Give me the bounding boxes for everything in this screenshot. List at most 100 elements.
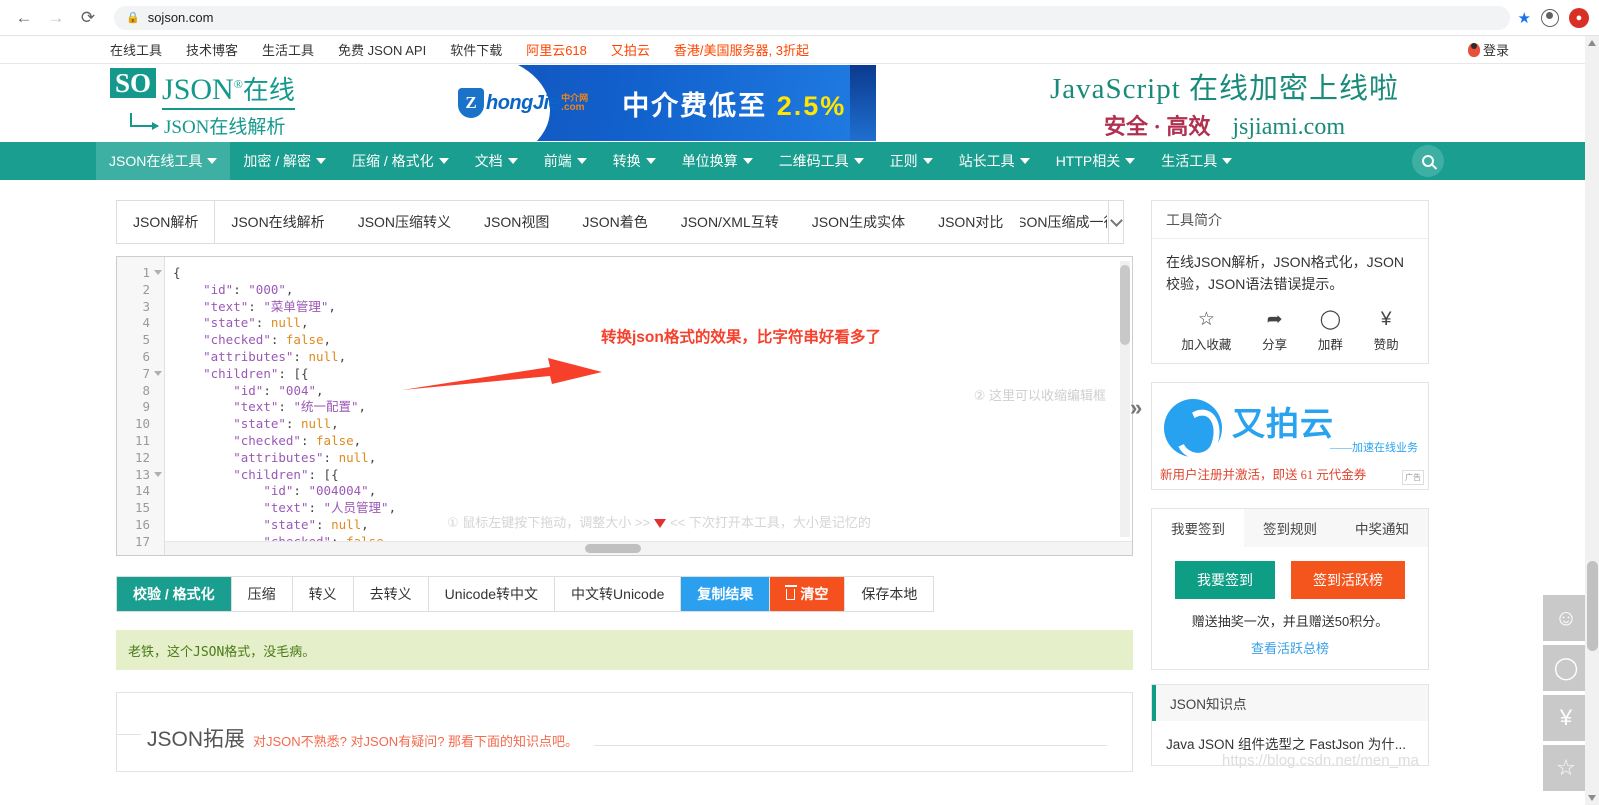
logo-so-mark: SO — [110, 67, 157, 98]
editor-vertical-scrollbar[interactable] — [1120, 265, 1130, 345]
fold-triangle-icon[interactable] — [154, 270, 162, 275]
fold-triangle-icon[interactable] — [154, 370, 162, 376]
site-logo[interactable]: SO JSON®在线 JSON在线解析 — [110, 67, 440, 139]
search-icon[interactable] — [1412, 145, 1444, 177]
nav-label: 压缩 / 格式化 — [352, 153, 434, 169]
extension-badge-icon[interactable]: ● — [1569, 7, 1589, 28]
tab-json-color[interactable]: JSON着色 — [566, 201, 664, 243]
intro-card-title: 工具简介 — [1152, 201, 1428, 239]
nav-item-regex[interactable]: 正则 — [877, 142, 946, 180]
nav-item-qrcode[interactable]: 二维码工具 — [766, 142, 877, 180]
editor-horizontal-scrollbar-track[interactable] — [165, 541, 1132, 555]
toplink-6[interactable]: 又拍云 — [611, 40, 650, 59]
login-link[interactable]: 登录 — [1467, 40, 1509, 59]
fold-triangle-icon[interactable] — [154, 471, 162, 477]
toplink-3[interactable]: 免费 JSON API — [338, 40, 426, 59]
nav-item-http[interactable]: HTTP相关 — [1043, 142, 1149, 180]
toplink-2[interactable]: 生活工具 — [262, 40, 314, 59]
sign-in-button[interactable]: 我要签到 — [1175, 561, 1275, 599]
smiley-icon[interactable]: ☺ — [1543, 595, 1589, 641]
toplink-4[interactable]: 软件下载 — [450, 40, 502, 59]
nav-item-json-tools[interactable]: JSON在线工具 — [96, 142, 231, 180]
editor-line-number: 4 — [142, 315, 150, 331]
toplink-1[interactable]: 技术博客 — [186, 40, 238, 59]
address-bar[interactable]: 🔒 sojson.com — [114, 5, 1510, 30]
nav-item-webmaster[interactable]: 站长工具 — [946, 142, 1043, 180]
editor-line-number: 9 — [142, 399, 150, 415]
copy-result-button[interactable]: 复制结果 — [681, 577, 771, 611]
main-navigation: JSON在线工具 加密 / 解密 压缩 / 格式化 文档 前端 转换 单位换算 … — [0, 142, 1599, 180]
editor-line-number: 13 — [117, 467, 164, 484]
active-rank-button[interactable]: 签到活跃榜 — [1291, 561, 1405, 599]
toplink-7[interactable]: 香港/美国服务器, 3折起 — [674, 40, 809, 59]
bookmark-star-icon[interactable]: ★ — [1518, 9, 1531, 27]
editor-line-number: 16 — [134, 516, 150, 532]
nav-item-convert[interactable]: 转换 — [600, 142, 669, 180]
nav-item-life-tools[interactable]: 生活工具 — [1148, 142, 1245, 180]
tab-json-view[interactable]: JSON视图 — [468, 201, 566, 243]
upyun-promo: 新用户注册并激活，即送 61 元代金券 — [1160, 468, 1367, 482]
ad-banner-jsjiami[interactable]: JavaScript 在线加密上线啦 安全 · 高效 jsjiami.com — [850, 65, 1599, 141]
validate-format-button[interactable]: 校验 / 格式化 — [117, 577, 232, 611]
save-local-button[interactable]: 保存本地 — [845, 577, 934, 611]
nav-label: 单位换算 — [681, 153, 738, 169]
qq-icon[interactable]: ◯ — [1543, 645, 1589, 691]
tab-json-online-parse[interactable]: JSON在线解析 — [215, 201, 341, 243]
reload-icon[interactable]: ⟳ — [74, 4, 102, 32]
tab-sign-rules[interactable]: 签到规则 — [1244, 509, 1336, 547]
nav-item-unit-convert[interactable]: 单位换算 — [669, 142, 766, 180]
editor-code[interactable]: { "id": "000", "text": "菜单管理", "state": … — [173, 265, 1118, 551]
tab-sign-in[interactable]: 我要签到 — [1152, 509, 1244, 547]
nav-item-encrypt[interactable]: 加密 / 解密 — [230, 142, 339, 180]
back-arrow-icon[interactable]: ← — [10, 4, 38, 32]
unescape-button[interactable]: 去转义 — [353, 577, 429, 611]
json-extend-section: JSON拓展 对JSON不熟悉? 对JSON有疑问? 那看下面的知识点吧。 — [116, 692, 1133, 772]
scroll-up-arrow-icon[interactable] — [1588, 40, 1596, 46]
chinese-to-unicode-button[interactable]: 中文转Unicode — [555, 577, 682, 611]
compress-button[interactable]: 压缩 — [231, 577, 293, 611]
clear-button[interactable]: 清空 — [770, 577, 846, 611]
nav-label: 文档 — [474, 153, 503, 169]
editor-horizontal-scrollbar[interactable] — [585, 544, 641, 553]
star-icon[interactable]: ☆ — [1543, 745, 1589, 791]
tab-json-xml[interactable]: JSON/XML互转 — [665, 201, 796, 243]
tab-json-entity[interactable]: JSON生成实体 — [796, 201, 922, 243]
divider-right — [594, 745, 1107, 746]
yen-icon[interactable]: ¥ — [1543, 695, 1589, 741]
toplink-0[interactable]: 在线工具 — [110, 40, 162, 59]
toplink-5[interactable]: 阿里云618 — [526, 40, 587, 59]
sign-in-card: 我要签到 签到规则 中奖通知 我要签到 签到活跃榜 赠送抽奖一次，并且赠送50积… — [1151, 508, 1429, 670]
escape-button[interactable]: 转义 — [292, 577, 354, 611]
ad-banner-zhongjie[interactable]: Z hongJie 中介网 .com 中介费低至 2.5% — [440, 65, 850, 141]
share-action[interactable]: ➦ 分享 — [1262, 309, 1287, 353]
watermark: https://blog.csdn.net/men_ma — [1222, 752, 1419, 769]
json-editor[interactable]: 1 2 3 4 5 6 7 8 9 10 11 12 13 14 15 16 17 { "id": "000",… — [116, 256, 1133, 556]
page-scrollbar-thumb[interactable] — [1587, 561, 1598, 651]
editor-line-number: 15 — [134, 500, 150, 516]
page-scrollbar[interactable] — [1585, 36, 1599, 805]
tab-json-one-line[interactable]: JSON压缩成一行 — [1020, 201, 1108, 243]
donate-action[interactable]: ¥ 赞助 — [1374, 309, 1399, 353]
tab-json-compare[interactable]: JSON对比 — [922, 201, 1020, 243]
editor-line-number: 11 — [134, 432, 150, 448]
scroll-down-arrow-icon[interactable] — [1588, 795, 1596, 801]
tabs-more-button[interactable] — [1108, 201, 1123, 243]
join-group-action[interactable]: ◯ 加群 — [1318, 309, 1343, 353]
tab-json-compress-escape[interactable]: JSON压缩转义 — [342, 201, 468, 243]
nav-item-compress[interactable]: 压缩 / 格式化 — [339, 142, 462, 180]
nav-item-docs[interactable]: 文档 — [462, 142, 531, 180]
forward-arrow-icon[interactable]: → — [42, 4, 70, 32]
profile-avatar-icon[interactable] — [1541, 8, 1559, 27]
tab-prize-notice[interactable]: 中奖通知 — [1336, 509, 1428, 547]
tool-tabs: JSON解析 JSON在线解析 JSON压缩转义 JSON视图 JSON着色 J… — [116, 200, 1124, 244]
unicode-to-chinese-button[interactable]: Unicode转中文 — [428, 577, 556, 611]
editor-resize-hint-left: ① 鼠标左键按下拖动，调整大小 >> — [447, 515, 651, 530]
expand-panel-button[interactable]: » — [1130, 395, 1142, 421]
tab-json-parse[interactable]: JSON解析 — [116, 200, 216, 244]
favorite-action[interactable]: ☆ 加入收藏 — [1181, 309, 1231, 353]
nav-item-frontend[interactable]: 前端 — [531, 142, 600, 180]
editor-line-number: 6 — [142, 348, 150, 364]
view-rank-link[interactable]: 查看活跃总榜 — [1152, 638, 1428, 657]
ad-upyun[interactable]: 又拍云 ——加速在线业务 新用户注册并激活，即送 61 元代金券 广告 — [1151, 382, 1429, 490]
editor-code-line: "state": null, — [233, 416, 339, 432]
